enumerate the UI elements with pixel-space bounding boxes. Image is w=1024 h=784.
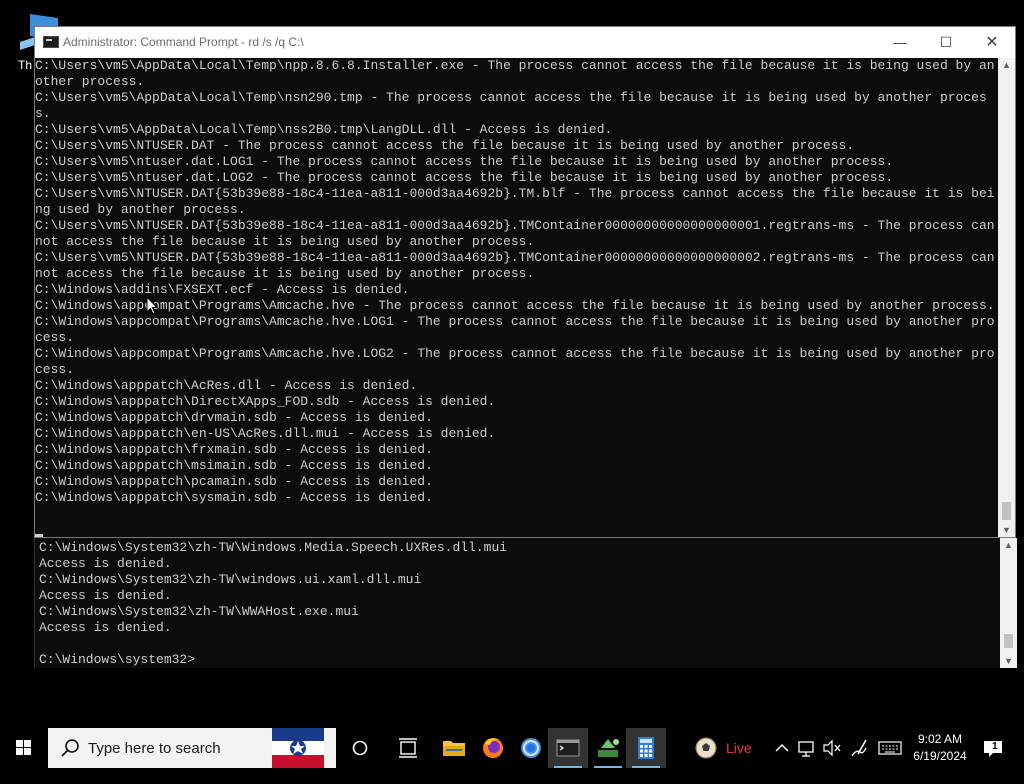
- command-prompt-window[interactable]: Administrator: Command Prompt - rd /s /q…: [34, 26, 1016, 538]
- console-line: Access is denied.: [39, 556, 172, 571]
- console-output-area[interactable]: C:\Users\vm5\AppData\Local\Temp\npp.8.6.…: [35, 58, 997, 537]
- desktop-icon-label: Th: [18, 58, 33, 72]
- touch-keyboard-button[interactable]: [876, 728, 904, 768]
- clock[interactable]: 9:02 AM 6/19/2024: [906, 731, 974, 765]
- chevron-up-icon: [775, 743, 789, 752]
- scroll-down-arrow-icon[interactable]: ▼: [1000, 654, 1017, 668]
- console-line: Access is denied.: [39, 588, 172, 603]
- console-line: C:\Windows\apppatch\en-US\AcRes.dll.mui …: [35, 426, 496, 441]
- network-monitor-icon: [798, 741, 814, 757]
- folder-icon: [443, 741, 465, 756]
- notification-count: 1: [992, 741, 998, 752]
- taskbar-file-explorer[interactable]: [434, 728, 474, 768]
- console-line: C:\Users\vm5\NTUSER.DAT{53b39e88-18c4-11…: [35, 250, 995, 281]
- background-console-window[interactable]: C:\Windows\System32\zh-TW\Windows.Media.…: [34, 538, 1017, 668]
- console-line: C:\Windows\appcompat\Programs\Amcache.hv…: [35, 298, 995, 313]
- firefox-icon: [483, 738, 503, 758]
- console-line: C:\Windows\System32\zh-TW\Windows.Media.…: [39, 540, 508, 555]
- live-label[interactable]: Live: [726, 740, 752, 756]
- scroll-up-arrow-icon[interactable]: ▲: [1000, 538, 1017, 552]
- clock-date: 6/19/2024: [913, 749, 967, 763]
- clock-time: 9:02 AM: [917, 732, 963, 746]
- taskbar: Type here to search Live 9:02 AM 6/19/20…: [0, 728, 1024, 768]
- pen-icon: [851, 739, 867, 757]
- volume-tray-button[interactable]: [820, 728, 844, 768]
- console-line: C:\Windows\apppatch\AcRes.dll - Access i…: [35, 378, 418, 393]
- scroll-thumb[interactable]: [1004, 634, 1013, 648]
- cortana-button[interactable]: [340, 728, 380, 768]
- console-line: C:\Users\vm5\ntuser.dat.LOG2 - The proce…: [35, 170, 894, 185]
- console-line: C:\Windows\apppatch\sysmain.sdb - Access…: [35, 490, 433, 505]
- taskbar-firefox[interactable]: [473, 728, 513, 768]
- console-line: C:\Windows\addins\FXSEXT.ecf - Access is…: [35, 282, 410, 297]
- background-console-output: C:\Windows\System32\zh-TW\Windows.Media.…: [39, 540, 997, 668]
- vertical-scrollbar[interactable]: ▲ ▼: [998, 58, 1015, 537]
- console-line: C:\Users\vm5\NTUSER.DAT{53b39e88-18c4-11…: [35, 186, 995, 217]
- sports-live-widget-button[interactable]: [686, 728, 726, 768]
- console-app-icon: [43, 36, 59, 48]
- console-line: C:\Windows\appcompat\Programs\Amcache.hv…: [35, 346, 995, 377]
- background-console-scrollbar[interactable]: ▲ ▼: [1000, 538, 1017, 668]
- start-button[interactable]: [0, 728, 48, 768]
- network-tray-button[interactable]: [794, 728, 820, 768]
- keyboard-icon: [878, 741, 902, 755]
- windows-logo-icon: [16, 740, 31, 755]
- taskbar-chrome[interactable]: [511, 728, 551, 768]
- task-view-icon: [399, 738, 417, 758]
- pen-workspace-button[interactable]: [846, 728, 872, 768]
- mouse-pointer-icon: [146, 296, 158, 315]
- console-line: C:\Users\vm5\AppData\Local\Temp\nsn290.t…: [35, 90, 987, 121]
- taskbar-calculator[interactable]: [626, 728, 666, 768]
- console-line: C:\Users\vm5\ntuser.dat.LOG1 - The proce…: [35, 154, 894, 169]
- text-cursor: [35, 534, 43, 537]
- console-output: C:\Users\vm5\AppData\Local\Temp\npp.8.6.…: [35, 58, 997, 506]
- console-line: C:\Windows\apppatch\msimain.sdb - Access…: [35, 458, 433, 473]
- scroll-thumb[interactable]: [1002, 502, 1011, 520]
- console-line: C:\Windows\System32\zh-TW\WWAHost.exe.mu…: [39, 604, 359, 619]
- search-highlight-icon[interactable]: [272, 728, 324, 768]
- console-line: C:\Windows\apppatch\pcamain.sdb - Access…: [35, 474, 433, 489]
- task-view-button[interactable]: [388, 728, 428, 768]
- console-line: C:\Windows\System32\zh-TW\windows.ui.xam…: [39, 572, 422, 587]
- scroll-down-arrow-icon[interactable]: ▼: [998, 523, 1015, 537]
- console-line: Access is denied.: [39, 620, 172, 635]
- search-placeholder: Type here to search: [88, 740, 221, 757]
- soccer-ball-icon: [695, 737, 717, 759]
- close-button[interactable]: ✕: [969, 27, 1015, 58]
- calculator-icon: [638, 737, 654, 759]
- taskbar-command-prompt[interactable]: [548, 728, 588, 768]
- maximize-button[interactable]: ☐: [923, 27, 969, 58]
- taskbar-network-app[interactable]: [588, 728, 628, 768]
- console-line: C:\Windows\apppatch\frxmain.sdb - Access…: [35, 442, 433, 457]
- cortana-circle-icon: [352, 740, 368, 756]
- volume-muted-icon: [823, 739, 841, 757]
- console-line: C:\Users\vm5\AppData\Local\Temp\npp.8.6.…: [35, 58, 995, 89]
- console-line: C:\Users\vm5\NTUSER.DAT - The process ca…: [35, 138, 855, 153]
- command-prompt-icon: [556, 739, 580, 757]
- show-hidden-icons-button[interactable]: [772, 728, 792, 768]
- console-line: C:\Windows\system32>: [39, 652, 196, 667]
- console-line: C:\Users\vm5\AppData\Local\Temp\nss2B0.t…: [35, 122, 613, 137]
- console-line: C:\Windows\apppatch\DirectXApps_FOD.sdb …: [35, 394, 496, 409]
- search-icon: [61, 739, 79, 757]
- chrome-icon: [521, 738, 541, 758]
- console-line: C:\Windows\apppatch\drvmain.sdb - Access…: [35, 410, 433, 425]
- scroll-up-arrow-icon[interactable]: ▲: [998, 58, 1015, 72]
- title-bar[interactable]: Administrator: Command Prompt - rd /s /q…: [35, 27, 1015, 58]
- console-line: C:\Windows\appcompat\Programs\Amcache.hv…: [35, 314, 995, 345]
- console-line: C:\Users\vm5\NTUSER.DAT{53b39e88-18c4-11…: [35, 218, 995, 249]
- action-center-button[interactable]: 1: [978, 728, 1008, 768]
- network-tool-icon: [598, 739, 619, 757]
- window-title: Administrator: Command Prompt - rd /s /q…: [63, 35, 304, 49]
- minimize-button[interactable]: —: [877, 27, 923, 58]
